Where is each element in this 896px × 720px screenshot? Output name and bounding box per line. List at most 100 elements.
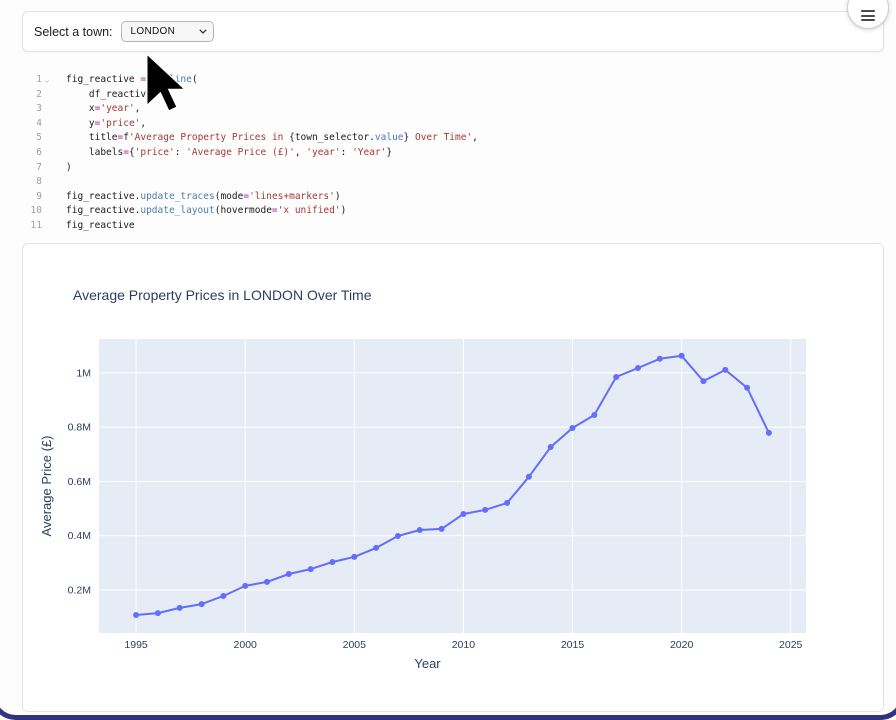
plot-background (99, 339, 806, 633)
code-line-text: df_reactive, (64, 88, 158, 103)
gutter-spacer (42, 131, 64, 146)
data-point-marker (635, 365, 641, 371)
data-point-marker (722, 367, 728, 373)
data-point-marker (308, 566, 314, 572)
code-line: 2 df_reactive, (22, 88, 884, 103)
x-tick-label: 2000 (234, 639, 258, 651)
code-line-text: fig_reactive (64, 219, 135, 234)
gutter-spacer (42, 102, 64, 117)
code-token-plain: px. (146, 74, 169, 85)
code-line: 8 (22, 175, 884, 190)
x-tick-label: 2005 (343, 639, 367, 651)
code-token-plain: ) (66, 162, 72, 173)
code-token-plain: (mode (215, 191, 244, 202)
gutter-spacer (42, 161, 64, 176)
code-line-text: title=f'Average Property Prices in {town… (64, 131, 478, 146)
gutter-spacer (42, 117, 64, 132)
code-line: 6 labels={'price': 'Average Price (£)', … (22, 146, 884, 161)
town-selector-card: Select a town: LONDON (22, 11, 884, 52)
data-point-marker (700, 378, 706, 384)
line-number: 8 (22, 175, 42, 190)
data-point-marker (417, 527, 423, 533)
code-token-string: 'Average Property Prices in (129, 132, 289, 143)
chart-title: Average Property Prices in LONDON Over T… (73, 287, 372, 303)
code-token-plain: } (386, 147, 392, 158)
chevron-down-icon (199, 29, 207, 34)
data-point-marker (220, 593, 226, 599)
data-point-marker (330, 559, 336, 565)
chart-svg: Average Property Prices in LONDON Over T… (23, 244, 883, 711)
line-number: 5 (22, 131, 42, 146)
data-point-marker (439, 526, 445, 532)
plotly-figure[interactable]: Average Property Prices in LONDON Over T… (23, 244, 883, 711)
code-token-plain: x (66, 103, 95, 114)
code-token-plain: title (66, 132, 117, 143)
code-token-plain: : (341, 147, 352, 158)
code-token-string: 'price' (100, 118, 140, 129)
data-point-marker (744, 385, 750, 391)
code-token-string: 'year' (306, 147, 340, 158)
y-tick-label: 0.6M (68, 476, 91, 488)
code-line-text: fig_reactive.update_layout(hovermode='x … (64, 204, 346, 219)
code-token-plain: fig_reactive. (66, 191, 140, 202)
fold-toggle-icon[interactable]: ⌄ (42, 73, 64, 88)
data-point-marker (526, 474, 532, 480)
x-tick-label: 2010 (452, 639, 476, 651)
data-point-marker (679, 353, 685, 359)
data-point-marker (613, 374, 619, 380)
code-token-plain: , (135, 103, 141, 114)
code-line-text: fig_reactive = px.line( (64, 73, 198, 88)
data-point-marker (264, 579, 270, 585)
code-line: 9fig_reactive.update_traces(mode='lines+… (22, 190, 884, 205)
code-token-plain: {town_selector. (289, 132, 375, 143)
data-point-marker (395, 533, 401, 539)
line-number: 2 (22, 88, 42, 103)
code-token-string: 'lines+markers' (249, 191, 335, 202)
line-number: 3 (22, 102, 42, 117)
x-tick-label: 1995 (124, 639, 148, 651)
town-select[interactable]: LONDON (121, 21, 214, 42)
data-point-marker (199, 601, 205, 607)
line-number: 4 (22, 117, 42, 132)
gutter-spacer (42, 219, 64, 234)
line-number: 1 (22, 73, 42, 88)
code-token-function: line (169, 74, 192, 85)
code-token-plain: df_reactive, (66, 89, 158, 100)
data-point-marker (570, 425, 576, 431)
line-number: 6 (22, 146, 42, 161)
gutter-spacer (42, 204, 64, 219)
town-select-label: Select a town: (34, 25, 113, 39)
code-line: 7) (22, 161, 884, 176)
data-point-marker (155, 610, 161, 616)
code-token-plain: , (140, 118, 146, 129)
code-token-string: 'price' (135, 147, 175, 158)
data-point-marker (177, 605, 183, 611)
code-line: 5 title=f'Average Property Prices in {to… (22, 131, 884, 146)
code-token-plain: ( (192, 74, 198, 85)
code-token-function: update_layout (140, 205, 214, 216)
code-token-string: Over Time' (409, 132, 472, 143)
code-line-text: fig_reactive.update_traces(mode='lines+m… (64, 190, 341, 205)
gutter-spacer (42, 175, 64, 190)
hamburger-icon (861, 10, 875, 21)
code-token-string: 'Year' (352, 147, 386, 158)
chart-card: Average Property Prices in LONDON Over T… (22, 243, 884, 712)
gutter-spacer (42, 190, 64, 205)
data-point-marker (548, 444, 554, 450)
data-point-marker (133, 612, 139, 618)
code-editor[interactable]: 1⌄fig_reactive = px.line(2 df_reactive,3… (22, 73, 884, 234)
data-point-marker (591, 412, 597, 418)
code-line: 11fig_reactive (22, 219, 884, 234)
data-point-marker (766, 430, 772, 436)
code-line-text: labels={'price': 'Average Price (£)', 'y… (64, 146, 392, 161)
code-line-text: y='price', (64, 117, 146, 132)
x-axis-title: Year (414, 656, 441, 671)
gutter-spacer (42, 88, 64, 103)
x-tick-label: 2025 (779, 639, 803, 651)
code-token-function: update_traces (140, 191, 214, 202)
code-token-plain: , (472, 132, 478, 143)
code-line-text: ) (64, 161, 72, 176)
data-point-marker (373, 545, 379, 551)
code-token-plain: ) (341, 205, 347, 216)
code-line: 1⌄fig_reactive = px.line( (22, 73, 884, 88)
